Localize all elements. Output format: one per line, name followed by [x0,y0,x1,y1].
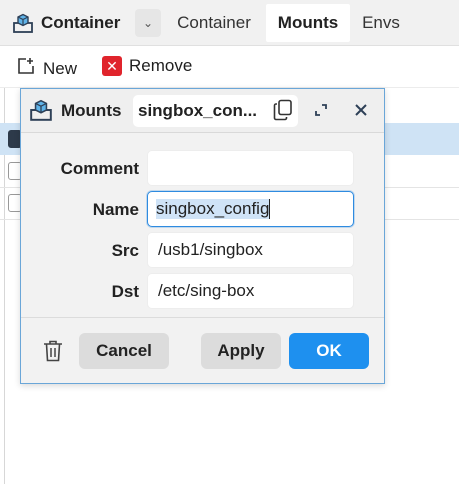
new-icon [16,56,36,81]
src-label: Src [111,241,139,260]
text-cursor [269,199,271,219]
dialog-header: Mounts singbox_con... [21,89,384,133]
apply-button[interactable]: Apply [201,333,281,369]
new-label: New [43,58,78,78]
remove-button[interactable]: ✕ Remove [102,56,192,76]
toolbar: New ✕ Remove [0,46,459,88]
maximize-icon[interactable] [310,99,332,121]
top-bar: Container ⌄ Container Mounts Envs [0,0,459,46]
name-label: Name [92,200,139,219]
trash-icon[interactable] [43,340,63,362]
remove-label: Remove [129,56,193,75]
cancel-button[interactable]: Cancel [79,333,169,369]
comment-row: Comment [21,150,384,186]
dst-row: Dst [21,273,384,309]
new-button[interactable]: New [16,56,77,81]
name-field-value: singbox_config [156,199,270,219]
src-row: Src [21,232,384,268]
copy-icon[interactable] [273,99,293,121]
comment-field[interactable] [147,150,354,186]
close-icon[interactable] [350,99,372,121]
ok-button[interactable]: OK [289,333,369,369]
chevron-down-icon[interactable]: ⌄ [135,9,161,37]
tab-mounts[interactable]: Mounts [266,4,350,42]
comment-label: Comment [60,159,139,178]
mounts-dialog: Mounts singbox_con... Comment Name singb… [20,88,385,384]
name-row: Name singbox_config [21,191,384,227]
dst-label: Dst [111,282,139,301]
src-field[interactable] [147,232,354,268]
tab-envs[interactable]: Envs [352,4,410,42]
name-field[interactable]: singbox_config [147,191,354,227]
remove-x-icon: ✕ [102,56,122,76]
container-cube-icon [29,98,53,122]
tab-container[interactable]: Container [164,4,264,42]
container-cube-icon [11,11,35,35]
dialog-title: Mounts [61,101,122,120]
app-title: Container [41,12,121,32]
dst-field[interactable] [147,273,354,309]
dialog-footer: Cancel Apply OK [21,317,384,383]
